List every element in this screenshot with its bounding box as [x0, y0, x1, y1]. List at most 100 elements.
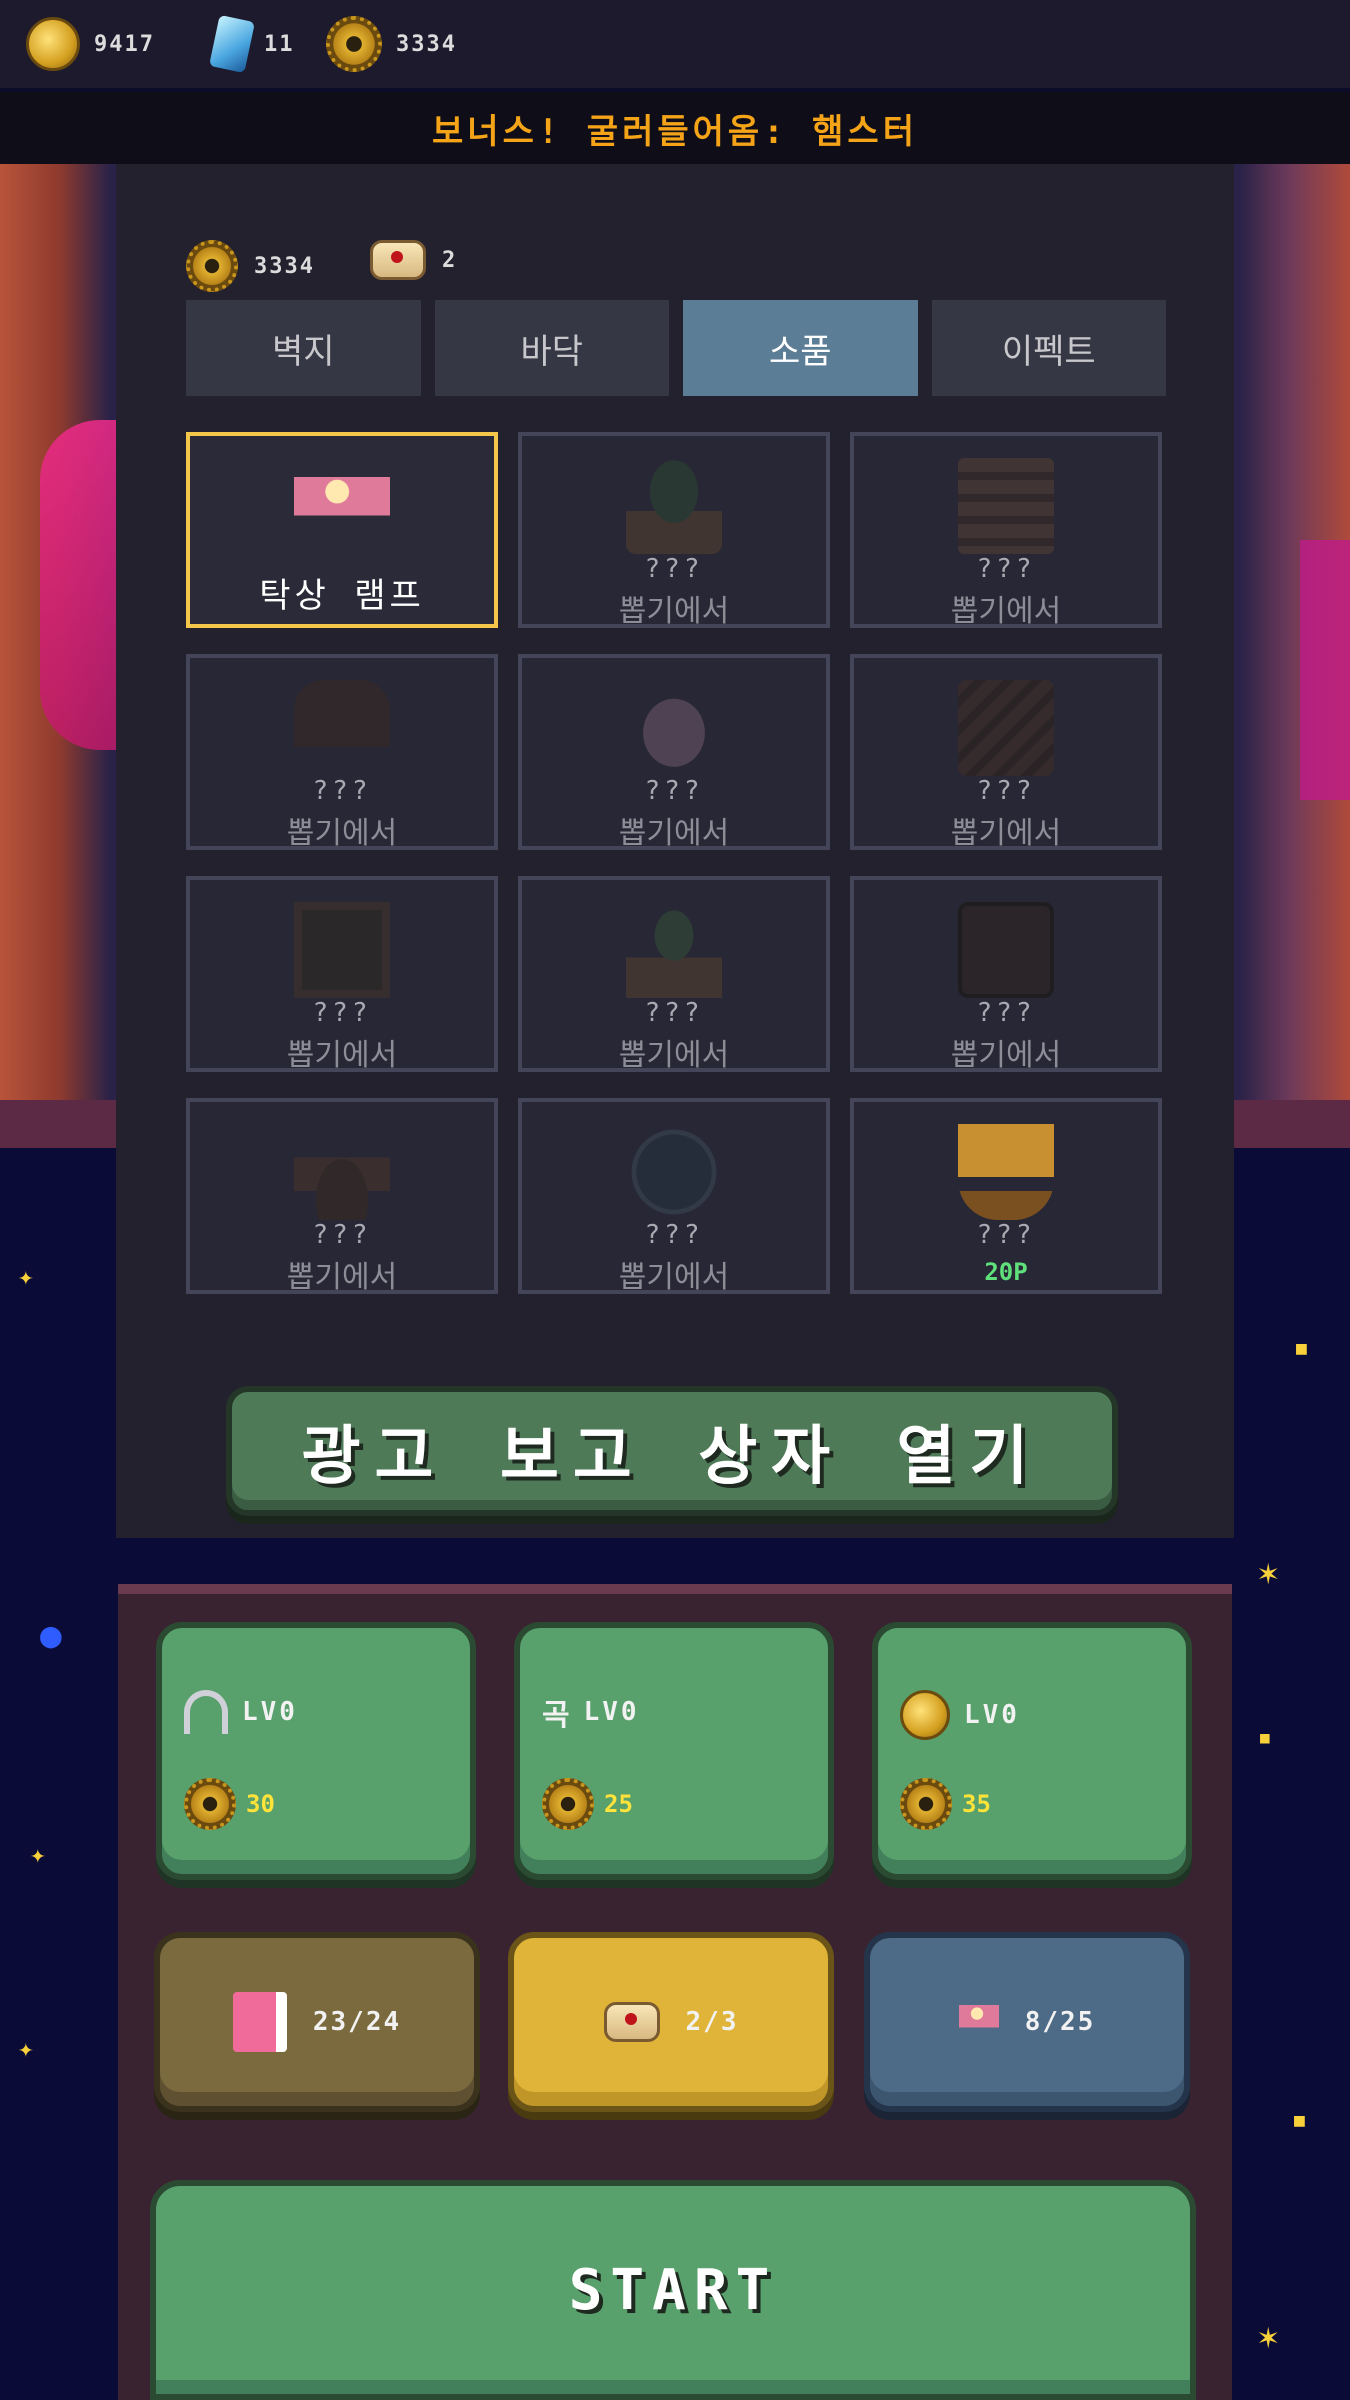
- star-frame-icon: [294, 902, 390, 998]
- item-source: 뽑기에서: [618, 594, 730, 629]
- item-name: ???: [976, 554, 1036, 584]
- cuckoo-clock-icon: [294, 680, 390, 776]
- collection-book-button[interactable]: 23/24: [154, 1932, 480, 2112]
- pickaxe-upgrade-button[interactable]: 곡 LV0 25: [514, 1622, 834, 1880]
- star-icon: ✦: [18, 2034, 34, 2064]
- item-plant[interactable]: ??? 뽑기에서: [518, 432, 830, 629]
- book-progress: 23/24: [312, 2007, 402, 2037]
- star-icon: ■: [1294, 2110, 1305, 2131]
- item-coffee-cup[interactable]: ??? 뽑기에서: [186, 1098, 498, 1295]
- tab-props[interactable]: 소품: [683, 300, 918, 396]
- gem-counter: 11: [208, 14, 295, 74]
- magnet-upgrade-button[interactable]: LV0 30: [156, 1622, 476, 1880]
- upgrade-cost-row: 35: [900, 1778, 991, 1830]
- item-name: ???: [312, 1220, 372, 1250]
- planet-icon: ●: [40, 1615, 62, 1656]
- top-hud: 9417 11 3334: [0, 0, 1350, 88]
- scroll-icon: [370, 240, 426, 280]
- item-name: ???: [976, 998, 1036, 1028]
- item-source: 뽑기에서: [618, 1038, 730, 1073]
- item-radio[interactable]: ??? 뽑기에서: [850, 876, 1162, 1073]
- shop-gear-counter: 3334: [186, 240, 315, 292]
- shop-scroll-count: 2: [442, 247, 458, 273]
- item-desk-lamp[interactable]: 탁상 램프: [186, 432, 498, 628]
- star-icon: ■: [1260, 1728, 1270, 1747]
- item-name: ???: [312, 776, 372, 806]
- item-source: 뽑기에서: [950, 1038, 1062, 1073]
- gear-count: 3334: [396, 31, 457, 57]
- book-icon: [232, 1992, 287, 2052]
- item-logs[interactable]: ??? 뽑기에서: [850, 654, 1162, 851]
- upgrade-level-row: LV0: [900, 1690, 1020, 1740]
- start-label: START: [568, 2257, 778, 2323]
- watch-ad-open-box-button[interactable]: 광고 보고 상자 열기: [226, 1386, 1118, 1516]
- upgrade-cost-row: 30: [184, 1778, 275, 1830]
- decor-collection-button[interactable]: 8/25: [864, 1932, 1190, 2112]
- item-fishbowl[interactable]: ??? 뽑기에서: [518, 1098, 830, 1295]
- upgrade-level-row: 곡 LV0: [542, 1690, 640, 1734]
- gear-icon: [326, 16, 382, 72]
- gear-icon: [186, 240, 238, 292]
- bonus-banner-text: 보너스! 굴러들어옴: 햄스터: [432, 111, 918, 152]
- item-cactus[interactable]: ??? 뽑기에서: [518, 876, 830, 1073]
- upgrade-level: LV0: [583, 1697, 640, 1727]
- item-name: ???: [644, 776, 704, 806]
- coin-upgrade-button[interactable]: LV0 35: [872, 1622, 1192, 1880]
- magnet-icon: [184, 1690, 228, 1734]
- plant-icon: [626, 458, 722, 554]
- gear-icon: [900, 1778, 952, 1830]
- upgrade-cost: 25: [604, 1790, 633, 1818]
- item-name: 탁상 램프: [259, 576, 425, 616]
- cushion-icon: [626, 680, 722, 776]
- item-cushion[interactable]: ??? 뽑기에서: [518, 654, 830, 851]
- books-icon: [958, 458, 1054, 554]
- pickaxe-icon: 곡: [542, 1698, 570, 1733]
- coin-count: 9417: [94, 31, 155, 57]
- logs-icon: [958, 680, 1054, 776]
- shop-gear-count: 3334: [254, 253, 315, 279]
- shop-tabs: 벽지 바닥 소품 이펙트: [186, 300, 1166, 396]
- desk-lamp-icon: [294, 458, 390, 554]
- item-source: 뽑기에서: [286, 816, 398, 851]
- star-icon: ✶: [1258, 1553, 1279, 1593]
- desk-lamp-icon: [958, 1994, 999, 2050]
- item-books[interactable]: ??? 뽑기에서: [850, 432, 1162, 629]
- item-name: ???: [644, 1220, 704, 1250]
- gear-counter: 3334: [326, 16, 457, 72]
- coffee-cup-icon: [294, 1124, 390, 1220]
- item-source: 뽑기에서: [286, 1260, 398, 1295]
- watch-ad-open-box-label: 광고 보고 상자 열기: [301, 1420, 1043, 1494]
- cactus-icon: [626, 902, 722, 998]
- item-source: 뽑기에서: [618, 816, 730, 851]
- start-button[interactable]: START: [150, 2180, 1196, 2400]
- star-icon: ■: [1296, 1338, 1307, 1359]
- upgrade-cost: 30: [246, 1790, 275, 1818]
- scroll-box-button[interactable]: 2/3: [508, 1932, 834, 2112]
- tab-wallpaper[interactable]: 벽지: [186, 300, 421, 396]
- decor-progress: 8/25: [1024, 2007, 1096, 2037]
- tab-effects[interactable]: 이펙트: [931, 300, 1166, 396]
- star-icon: ✦: [30, 1840, 46, 1870]
- coin-counter: 9417: [26, 16, 155, 72]
- radio-icon: [958, 902, 1054, 998]
- bonus-banner: 보너스! 굴러들어옴: 햄스터: [0, 92, 1350, 164]
- upgrade-level: LV0: [242, 1697, 298, 1727]
- fishbowl-icon: [626, 1124, 722, 1220]
- tab-floor[interactable]: 바닥: [434, 300, 669, 396]
- neon-sign-left: [40, 420, 120, 750]
- item-trophy[interactable]: ??? 20P: [850, 1098, 1162, 1294]
- item-grid: 탁상 램프 ??? 뽑기에서 ??? 뽑기에서 ??? 뽑기에서 ??? 뽑기에…: [186, 432, 1166, 1295]
- item-cuckoo-clock[interactable]: ??? 뽑기에서: [186, 654, 498, 851]
- upgrade-cost-row: 25: [542, 1778, 633, 1830]
- gem-icon: [208, 14, 256, 74]
- star-icon: ✶: [1258, 2317, 1279, 2357]
- item-name: ???: [644, 554, 704, 584]
- trophy-icon: [958, 1124, 1054, 1220]
- item-source: 뽑기에서: [618, 1260, 730, 1295]
- neon-sign-right: [1300, 540, 1350, 800]
- item-star-frame[interactable]: ??? 뽑기에서: [186, 876, 498, 1073]
- item-source: 뽑기에서: [950, 816, 1062, 851]
- coin-icon: [900, 1690, 950, 1740]
- item-price: 20P: [984, 1258, 1028, 1286]
- item-name: ???: [644, 998, 704, 1028]
